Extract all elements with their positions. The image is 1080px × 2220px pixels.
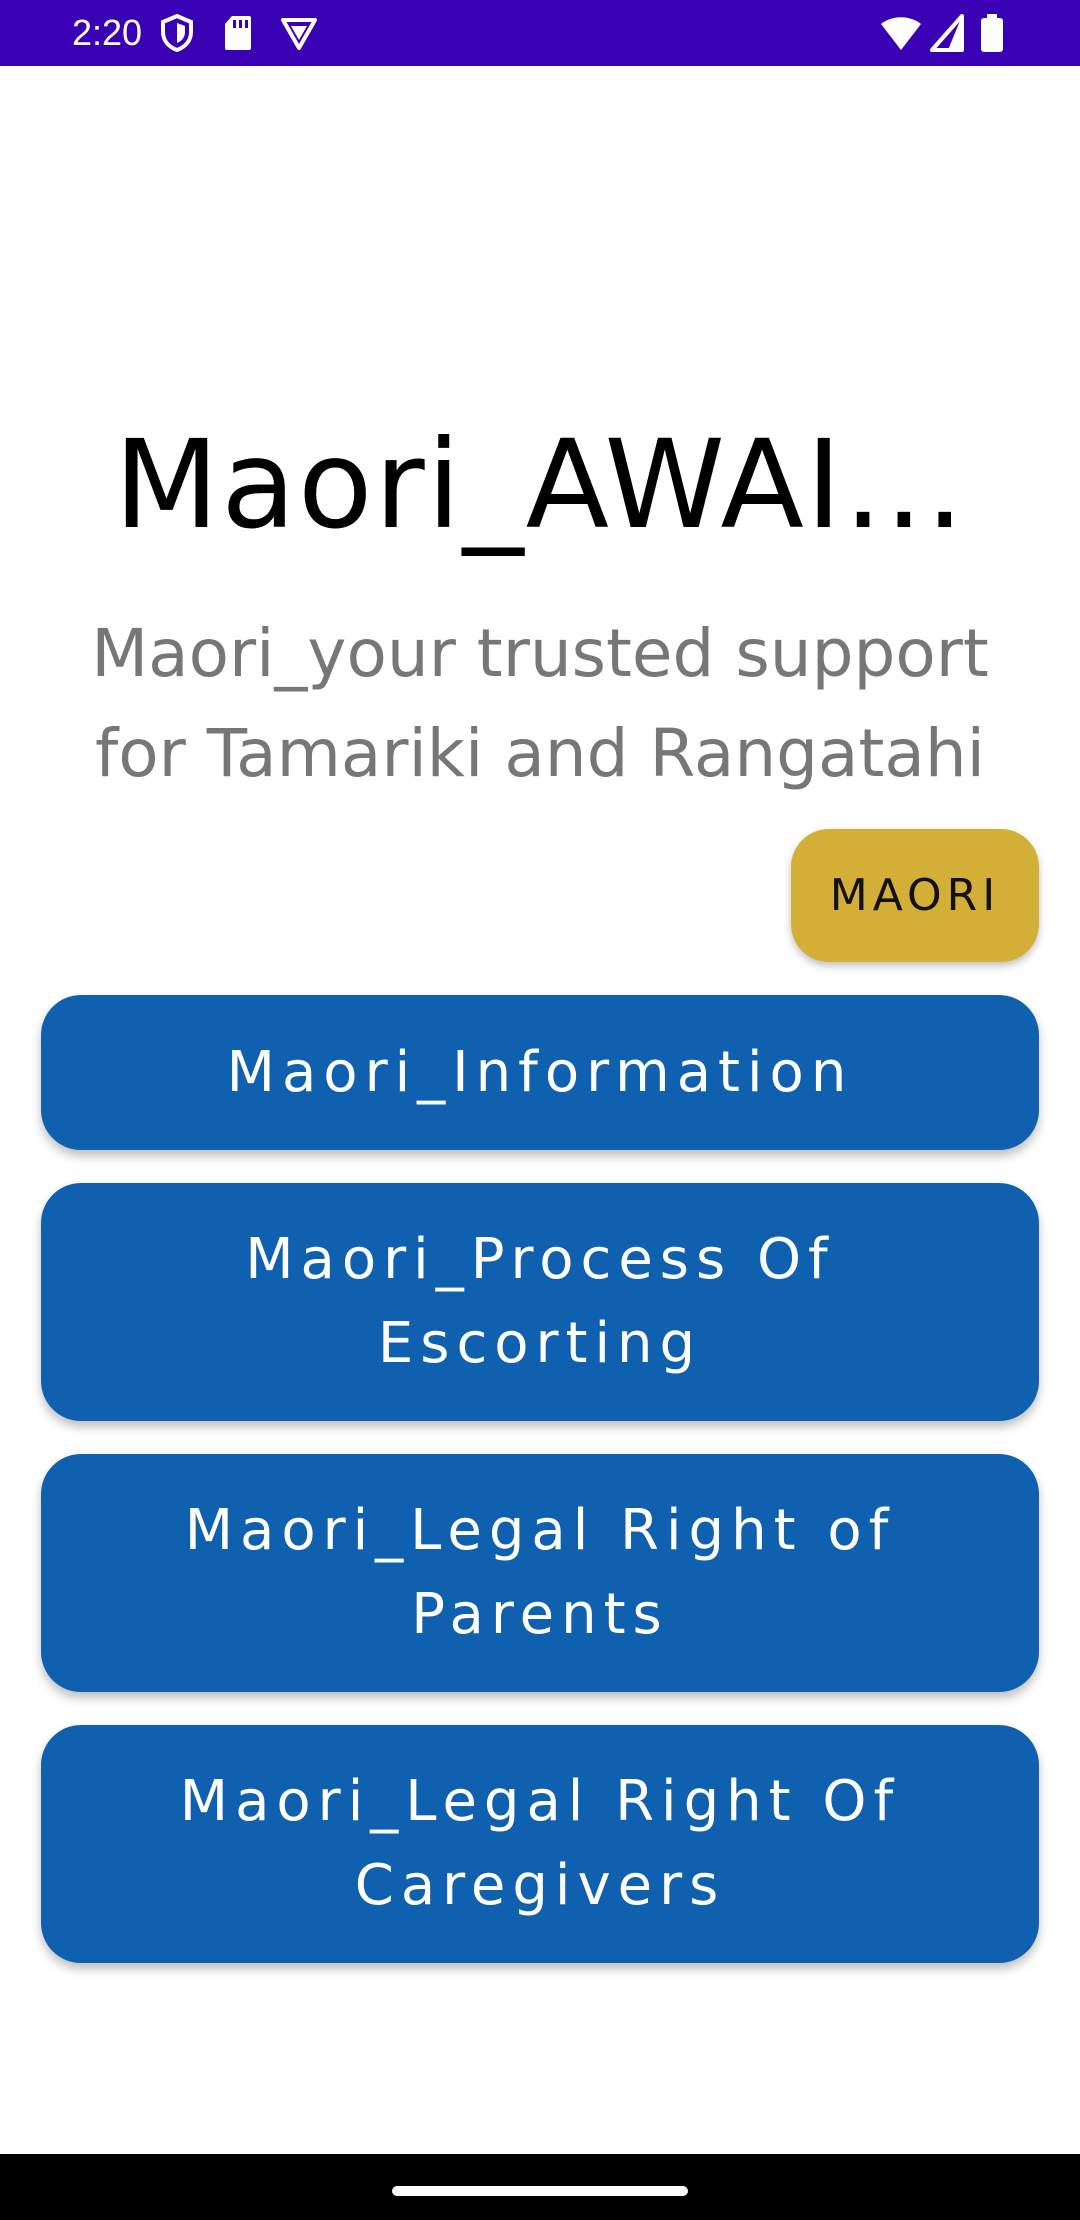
sd-card-icon: [225, 16, 251, 50]
legal-right-of-parents-button[interactable]: Maori_Legal Right of Parents: [41, 1454, 1039, 1692]
home-indicator[interactable]: [392, 2186, 688, 2196]
information-button[interactable]: Maori_Information: [41, 995, 1039, 1150]
battery-icon: [981, 14, 1003, 52]
process-of-escorting-button[interactable]: Maori_Process Of Escorting: [41, 1183, 1039, 1421]
legal-right-of-caregivers-button[interactable]: Maori_Legal Right Of Caregivers: [41, 1725, 1039, 1963]
status-bar: 2:20: [0, 0, 1080, 66]
app-title: Maori_AWAI...: [113, 414, 967, 556]
app-screen: 2:20 Maori_AWAI... Maori_your trusted su…: [0, 0, 1080, 2220]
vpn-icon: [281, 18, 317, 50]
cell-signal-icon: [930, 14, 964, 52]
status-time: 2:20: [72, 12, 143, 53]
language-toggle-button[interactable]: MAORI: [791, 829, 1039, 962]
wifi-icon: [881, 17, 921, 50]
app-subtitle: Maori_your trusted support for Tamariki …: [91, 615, 989, 792]
shield-icon: [161, 14, 193, 52]
